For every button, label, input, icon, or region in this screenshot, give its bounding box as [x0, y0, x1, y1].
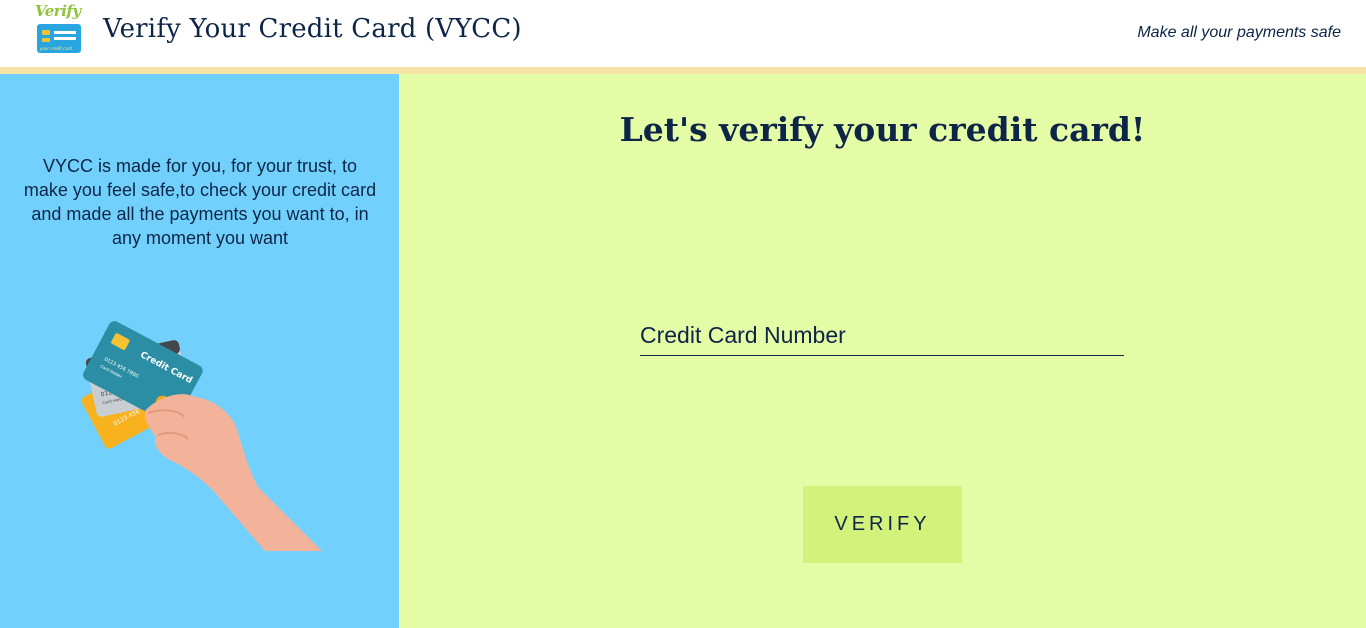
page-heading: Let's verify your credit card!	[619, 110, 1146, 149]
header-tagline: Make all your payments safe	[1137, 24, 1341, 41]
app-logo[interactable]: Verify your credit card	[33, 2, 83, 56]
header-divider	[0, 67, 1366, 74]
credit-card-number-field[interactable]: Credit Card Number	[640, 318, 1124, 356]
verification-panel: Let's verify your credit card! Credit Ca…	[399, 74, 1366, 628]
intro-text: VYCC is made for you, for your trust, to…	[23, 156, 377, 248]
credit-card-number-label: Credit Card Number	[640, 322, 846, 348]
info-panel: VYCC is made for you, for your trust, to…	[0, 74, 399, 628]
credit-card-icon: your credit card	[37, 24, 81, 53]
logo-wordmark: Verify	[35, 2, 81, 20]
app-title: Verify Your Credit Card (VYCC)	[103, 14, 522, 44]
app-header: Verify your credit card Verify Your Cred…	[0, 0, 1366, 67]
logo-tagline: your credit card	[40, 46, 72, 51]
hand-holding-cards-illustration: 0123 456 7890 0123 456 7890 Card Holder …	[81, 321, 322, 551]
verify-button[interactable]: VERIFY	[803, 486, 962, 563]
